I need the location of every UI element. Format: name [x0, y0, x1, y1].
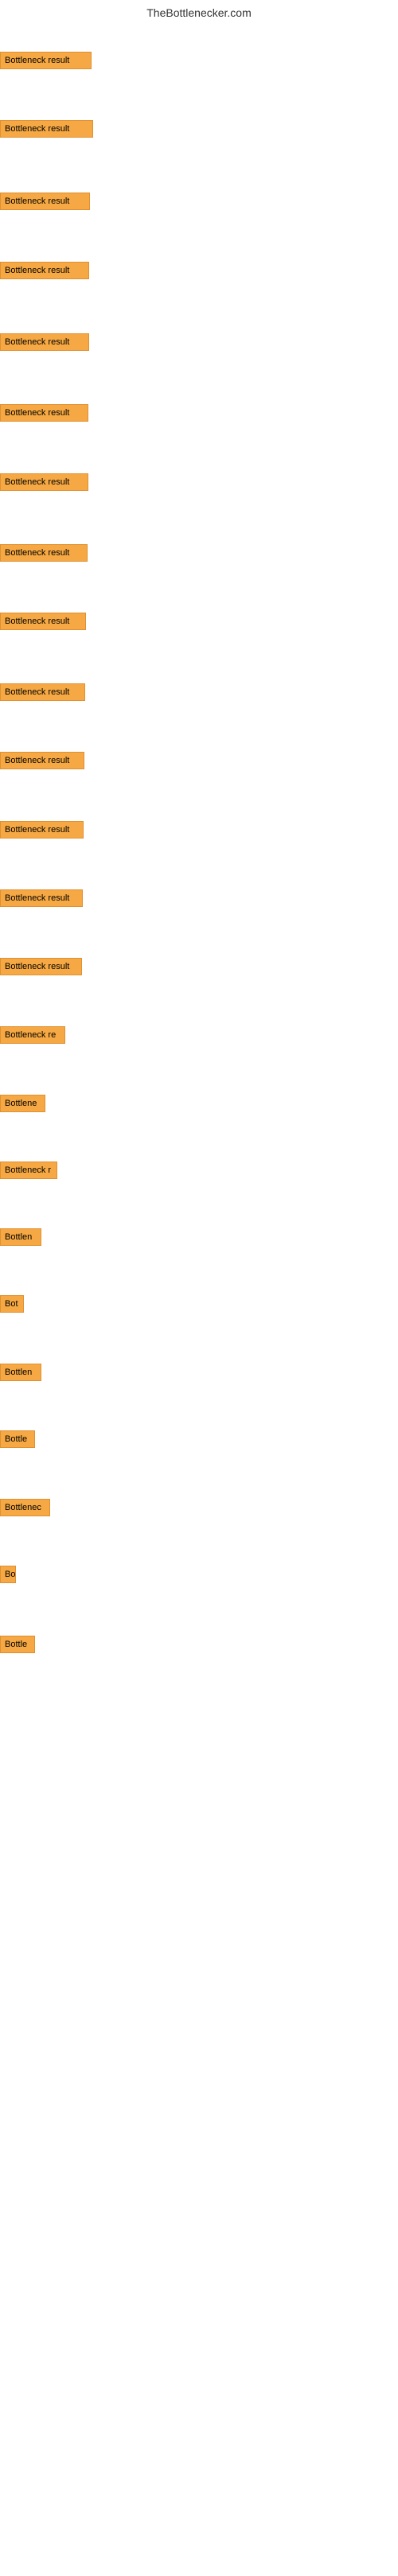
bottleneck-result-item[interactable]: Bottleneck result	[0, 52, 92, 69]
bottleneck-result-item[interactable]: Bo	[0, 1566, 16, 1583]
bottleneck-result-item[interactable]: Bottleneck result	[0, 821, 84, 839]
bottleneck-result-item[interactable]: Bottleneck r	[0, 1162, 57, 1179]
bottleneck-result-item[interactable]: Bottleneck result	[0, 752, 84, 769]
bottleneck-result-item[interactable]: Bottlen	[0, 1364, 41, 1381]
bottleneck-result-item[interactable]: Bottleneck result	[0, 889, 83, 907]
bottleneck-result-item[interactable]: Bottleneck result	[0, 120, 93, 138]
bottleneck-result-item[interactable]: Bottlene	[0, 1095, 45, 1112]
site-title: TheBottlenecker.com	[0, 0, 398, 22]
bottleneck-result-item[interactable]: Bottleneck result	[0, 473, 88, 491]
bottleneck-result-item[interactable]: Bot	[0, 1295, 24, 1313]
bottleneck-result-item[interactable]: Bottle	[0, 1430, 35, 1448]
bottleneck-result-item[interactable]: Bottleneck result	[0, 333, 89, 351]
bottleneck-result-item[interactable]: Bottleneck result	[0, 404, 88, 422]
bottleneck-result-item[interactable]: Bottleneck result	[0, 958, 82, 975]
bottleneck-result-item[interactable]: Bottleneck result	[0, 262, 89, 279]
bottleneck-result-item[interactable]: Bottleneck result	[0, 683, 85, 701]
bottleneck-result-item[interactable]: Bottleneck result	[0, 544, 88, 562]
bottleneck-result-item[interactable]: Bottleneck re	[0, 1026, 65, 1044]
bottleneck-result-item[interactable]: Bottlen	[0, 1228, 41, 1246]
bottleneck-result-item[interactable]: Bottle	[0, 1636, 35, 1653]
bottleneck-result-item[interactable]: Bottlenec	[0, 1499, 50, 1516]
bottleneck-result-item[interactable]: Bottleneck result	[0, 613, 86, 630]
bottleneck-result-item[interactable]: Bottleneck result	[0, 193, 90, 210]
